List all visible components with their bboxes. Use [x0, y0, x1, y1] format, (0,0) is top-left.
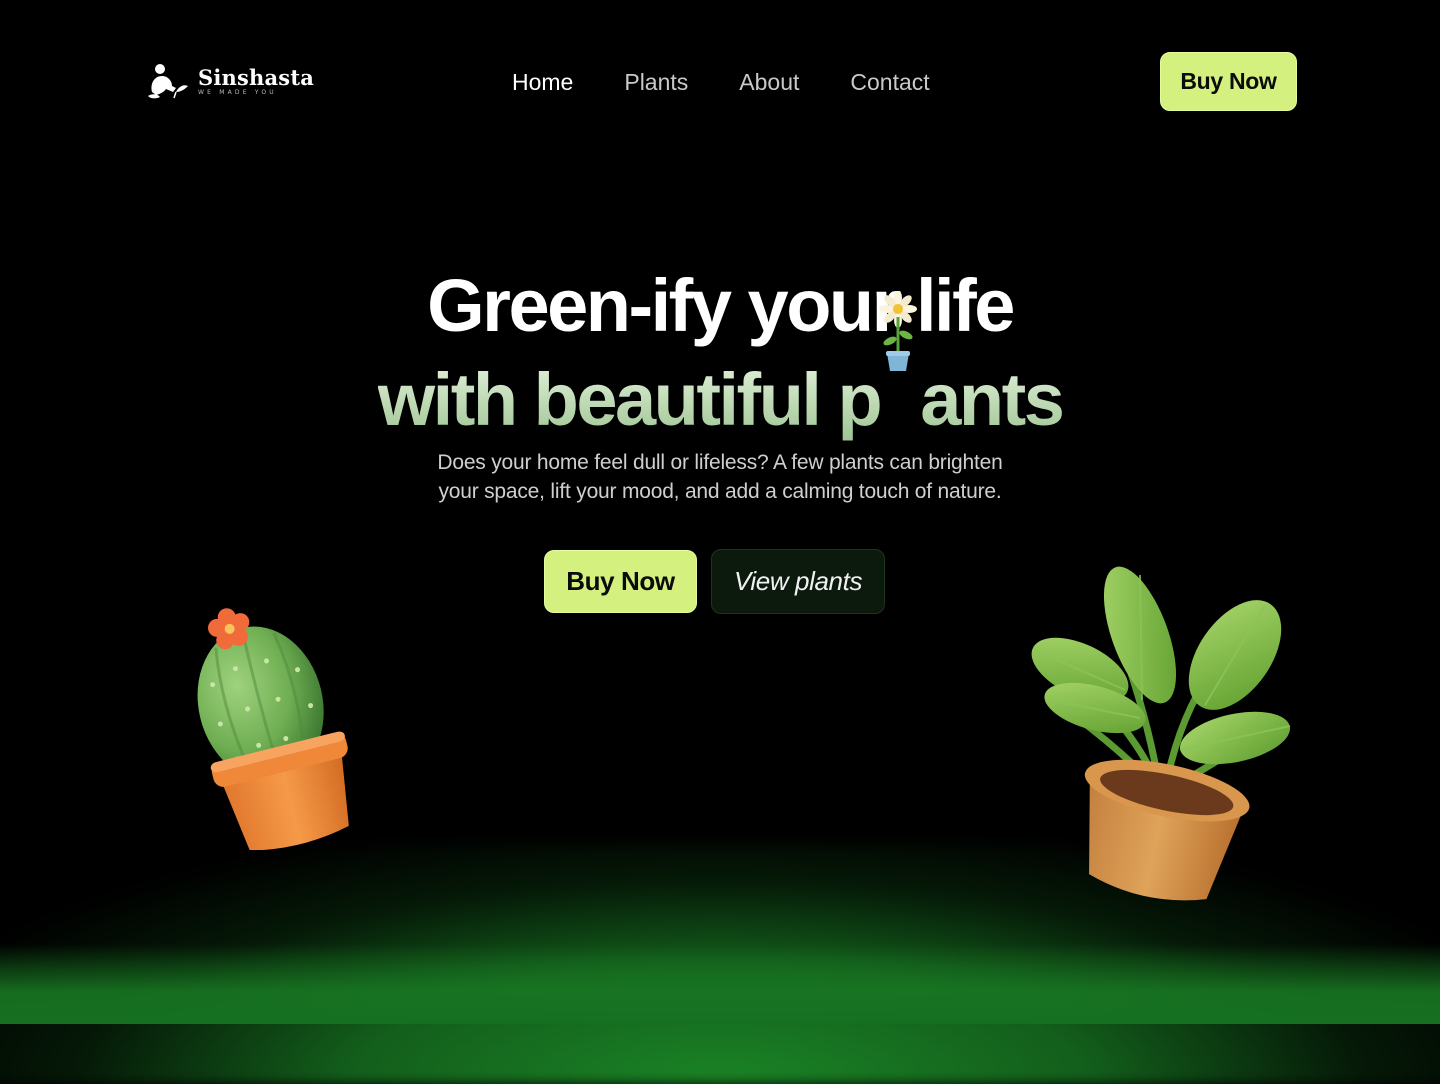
nav-contact[interactable]: Contact [850, 66, 929, 98]
nav-about[interactable]: About [739, 66, 799, 98]
nav-plants[interactable]: Plants [624, 66, 688, 98]
flower-letter-slot [879, 291, 920, 425]
hero-subtitle-line-2: your space, lift your mood, and add a ca… [438, 480, 1002, 503]
brand-tagline: WE MADE YOU [198, 88, 277, 96]
brand-logo[interactable]: Sinshasta WE MADE YOU [146, 62, 314, 100]
potted-flower-icon [879, 291, 918, 371]
bottom-green-band [0, 944, 1440, 1024]
hero-subtitle: Does your home feel dull or lifeless? A … [0, 448, 1440, 506]
potted-plant-icon [1031, 566, 1291, 901]
header-buy-now-button[interactable]: Buy Now [1160, 52, 1297, 111]
nav-home[interactable]: Home [512, 66, 573, 98]
hero-title-line-2: with beautiful p ants [0, 291, 1440, 441]
hero-subtitle-line-1: Does your home feel dull or lifeless? A … [437, 451, 1003, 474]
hero-title-line-2a: with beautiful p [377, 358, 883, 441]
gardener-logo-icon [148, 64, 188, 99]
main-nav: Home Plants About Contact [512, 66, 930, 98]
brand-name: Sinshasta [198, 64, 315, 90]
view-plants-button[interactable]: View plants [711, 549, 885, 614]
hero-title-line-1: Green-ify your life [427, 264, 1015, 347]
hero-title-line-2b: ants [920, 358, 1065, 441]
cactus-pot-icon [197, 608, 349, 850]
hero-buy-now-button[interactable]: Buy Now [544, 550, 697, 613]
